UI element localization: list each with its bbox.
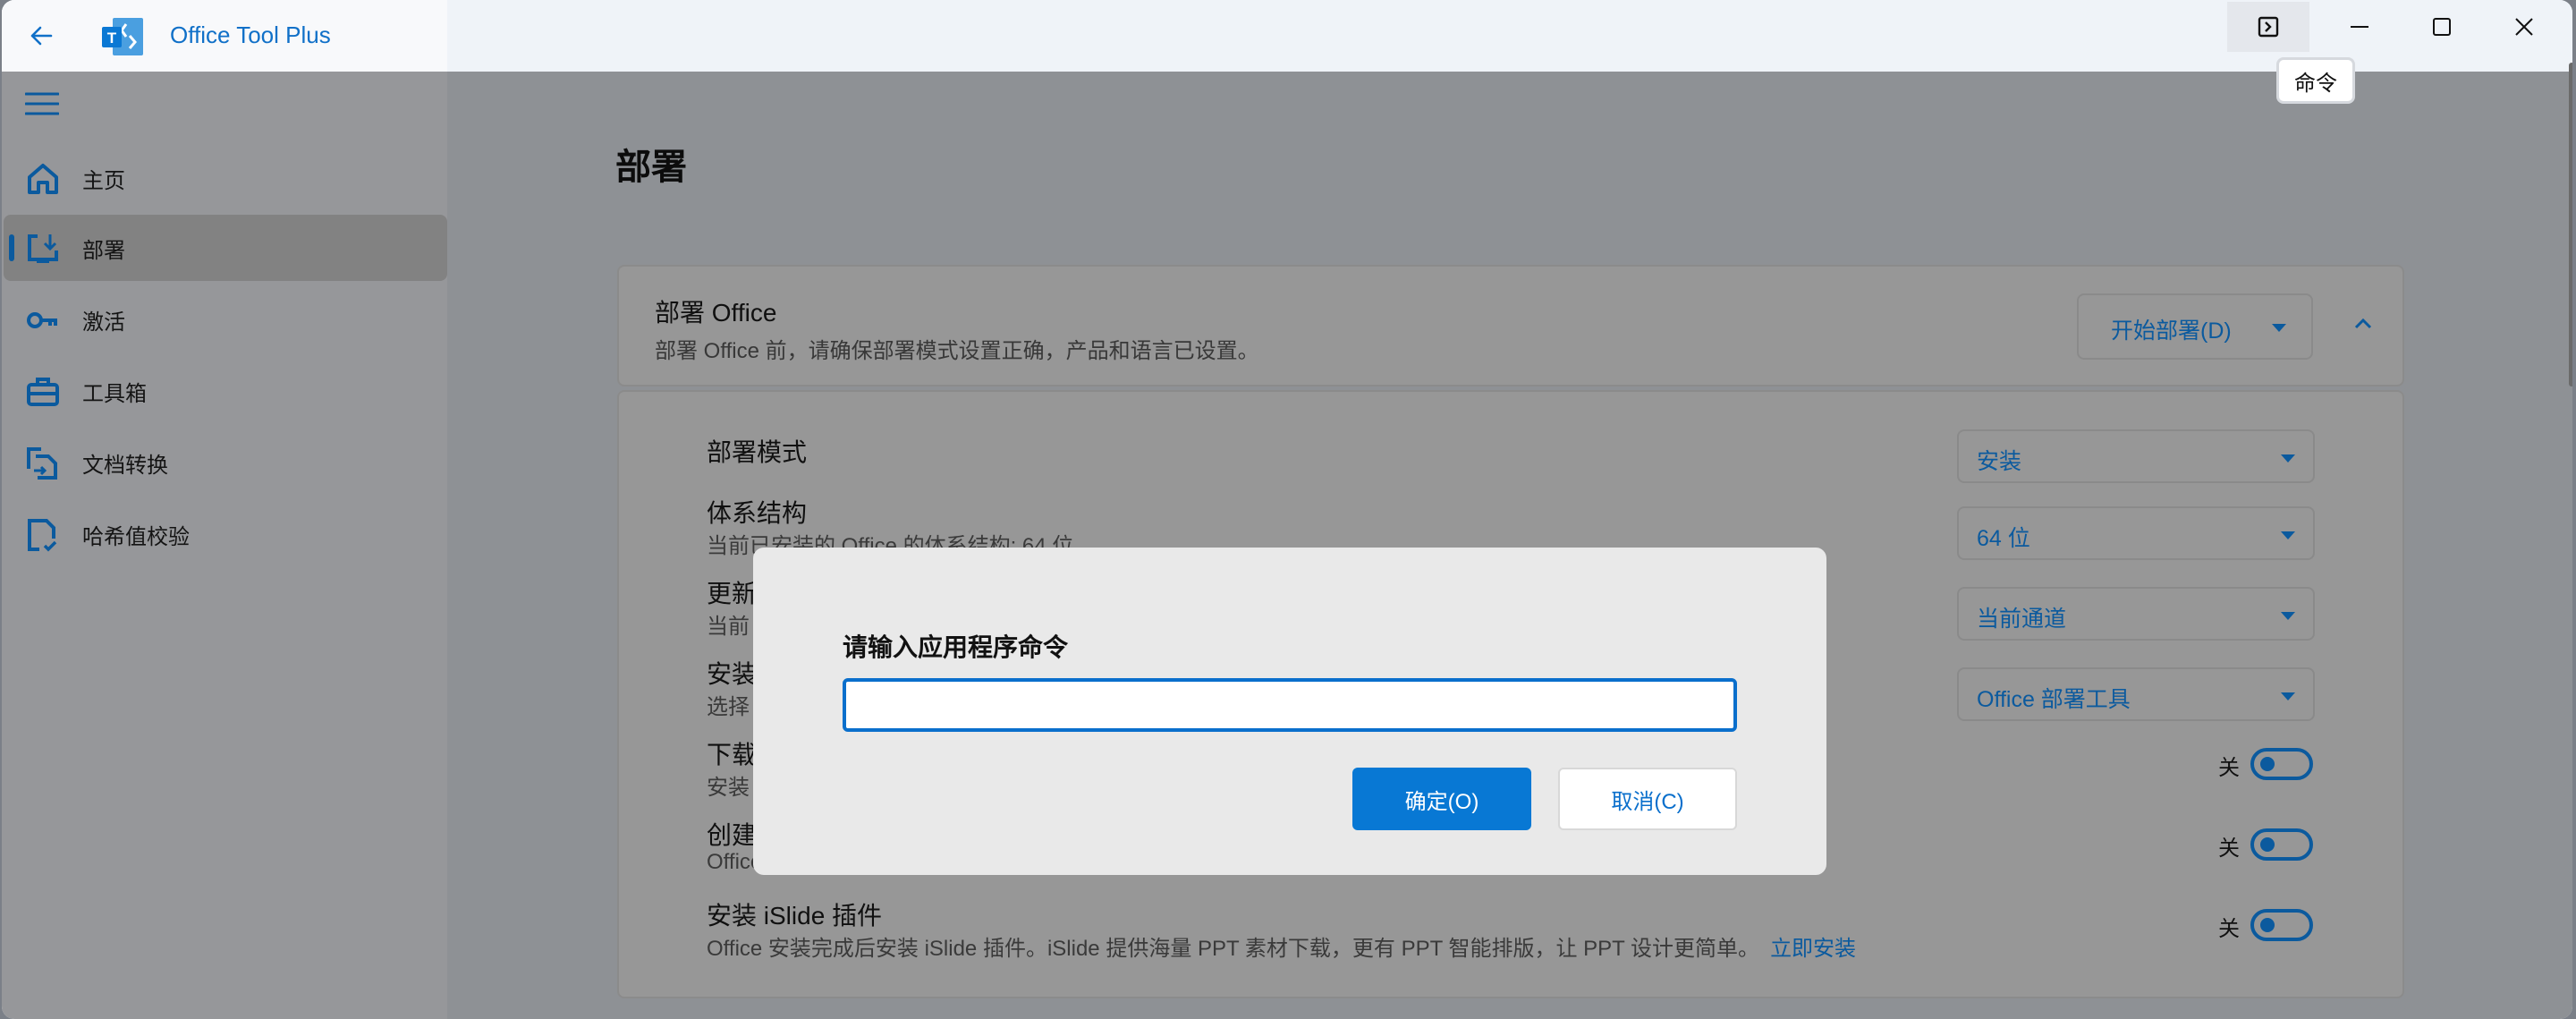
document-convert-icon — [27, 447, 57, 480]
back-button[interactable] — [21, 16, 61, 55]
sidebar-item-deploy[interactable]: 部署 — [4, 215, 447, 281]
page-title: 部署 — [615, 148, 687, 187]
maximize-button[interactable] — [2401, 2, 2483, 52]
install-module-dropdown[interactable]: Office 部署工具 — [1957, 667, 2315, 721]
command-tooltip: 命令 — [2276, 57, 2355, 104]
sidebar-item-label: 文档转换 — [82, 453, 168, 478]
download-toggle[interactable] — [2250, 748, 2313, 780]
hamburger-icon — [24, 92, 60, 115]
dropdown-value: 当前通道 — [1977, 607, 2067, 632]
start-deploy-button[interactable]: 开始部署(D) — [2077, 293, 2313, 360]
selection-indicator — [9, 234, 14, 261]
start-deploy-label: 开始部署(D) — [2111, 318, 2232, 344]
toggle-state-label: 关 — [2218, 917, 2240, 941]
sidebar-item-label: 工具箱 — [82, 381, 147, 406]
setting-description: 当前 — [707, 615, 750, 639]
deploy-office-card: 部署 Office 部署 Office 前，请确保部署模式设置正确，产品和语言已… — [617, 265, 2404, 386]
menu-toggle-button[interactable] — [24, 91, 60, 116]
card-title: 部署 Office — [655, 299, 777, 327]
update-channel-dropdown[interactable]: 当前通道 — [1957, 587, 2315, 641]
collapse-button[interactable] — [2345, 306, 2381, 342]
setting-label: 下载 — [707, 741, 758, 768]
caret-down-icon — [2281, 692, 2295, 701]
ok-button[interactable]: 确定(O) — [1352, 768, 1531, 830]
deploy-icon — [28, 234, 58, 263]
command-input[interactable] — [843, 678, 1737, 732]
sidebar-item-label: 激活 — [82, 310, 125, 335]
card-description: 部署 Office 前，请确保部署模式设置正确，产品和语言已设置。 — [655, 339, 1259, 363]
title-bar: T Office Tool Plus — [2, 0, 2572, 72]
dropdown-value: 安装 — [1977, 449, 2022, 474]
architecture-dropdown[interactable]: 64 位 — [1957, 506, 2315, 560]
key-icon — [27, 312, 57, 328]
dialog-title: 请输入应用程序命令 — [843, 633, 1069, 661]
command-button[interactable] — [2227, 2, 2309, 52]
setting-label: 体系结构 — [707, 499, 808, 527]
app-logo-icon: T — [102, 18, 145, 55]
caret-down-icon — [2281, 531, 2295, 539]
minimize-icon — [2351, 26, 2368, 28]
caret-down-icon — [2281, 454, 2295, 463]
toolbox-icon — [27, 378, 59, 406]
chevron-up-icon — [2354, 318, 2372, 329]
vertical-scrollbar[interactable] — [2569, 63, 2572, 386]
sidebar: 主页 部署 激活 工具箱 文档转换 哈希值校验 — [2, 72, 447, 1019]
cancel-button[interactable]: 取消(C) — [1558, 768, 1737, 830]
app-window: T Office Tool Plus 命令 主页 部署 激活 工具箱 文档转换 … — [2, 0, 2572, 1019]
dropdown-value: 64 位 — [1977, 526, 2030, 551]
setting-label: 更新 — [707, 580, 758, 607]
maximize-icon — [2433, 18, 2451, 36]
sidebar-item-label: 哈希值校验 — [82, 524, 190, 549]
sidebar-item-label: 主页 — [82, 168, 125, 193]
setting-description: Office 安装完成后安装 iSlide 插件。iSlide 提供海量 PPT… — [707, 937, 1857, 961]
minimize-button[interactable] — [2318, 2, 2401, 52]
close-icon — [2515, 18, 2533, 36]
console-icon — [2258, 16, 2279, 38]
setting-description: 安装 — [707, 776, 750, 800]
sidebar-item-toolbox[interactable]: 工具箱 — [4, 358, 447, 424]
file-check-icon — [28, 519, 57, 552]
close-button[interactable] — [2483, 2, 2565, 52]
sidebar-item-home[interactable]: 主页 — [4, 145, 447, 211]
create-shortcut-toggle[interactable] — [2250, 828, 2313, 861]
svg-text:T: T — [107, 30, 117, 47]
dropdown-value: Office 部署工具 — [1977, 687, 2131, 712]
caret-down-icon — [2281, 612, 2295, 620]
islide-toggle[interactable] — [2250, 909, 2313, 941]
home-icon — [28, 164, 58, 194]
sidebar-item-label: 部署 — [82, 238, 125, 263]
setting-label: 部署模式 — [707, 438, 808, 466]
deploy-mode-dropdown[interactable]: 安装 — [1957, 429, 2315, 483]
app-title: Office Tool Plus — [170, 21, 331, 48]
command-dialog: 请输入应用程序命令 确定(O) 取消(C) — [753, 548, 1826, 875]
main-content: 部署 部署 Office 部署 Office 前，请确保部署模式设置正确，产品和… — [447, 72, 2572, 1019]
install-now-link[interactable]: 立即安装 — [1770, 937, 1856, 961]
arrow-left-icon — [30, 26, 53, 46]
sidebar-item-activate[interactable]: 激活 — [4, 286, 447, 352]
toggle-state-label: 关 — [2218, 756, 2240, 780]
setting-label: 安装 — [707, 660, 758, 688]
caret-down-icon[interactable] — [2272, 324, 2286, 332]
sidebar-item-hash-check[interactable]: 哈希值校验 — [4, 501, 447, 567]
toggle-state-label: 关 — [2218, 836, 2240, 861]
setting-label: 创建 — [707, 821, 758, 849]
sidebar-item-document-convert[interactable]: 文档转换 — [4, 429, 447, 496]
setting-label: 安装 iSlide 插件 — [707, 902, 883, 930]
setting-description: 选择 — [707, 695, 750, 719]
